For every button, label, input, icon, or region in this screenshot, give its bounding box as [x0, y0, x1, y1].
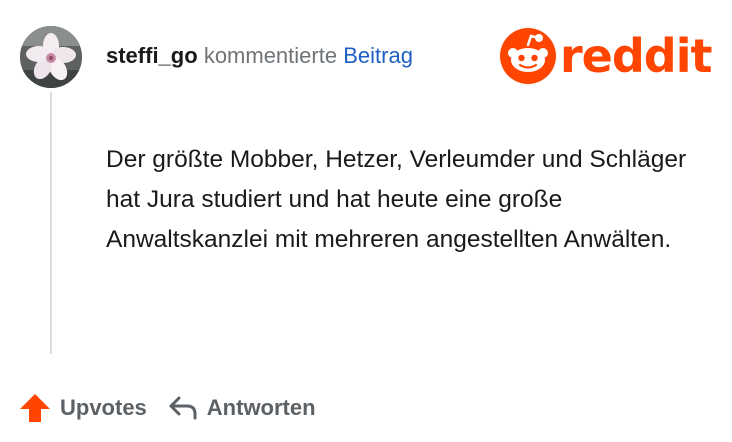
upvote-arrow-icon [20, 394, 50, 422]
reply-label: Antworten [206, 395, 316, 420]
action-text: kommentierte [203, 43, 338, 68]
reddit-snoo-icon [500, 28, 556, 84]
upvote-button[interactable]: Upvotes [18, 391, 147, 425]
reply-arrow-icon [169, 396, 197, 420]
upvote-label: Upvotes [60, 395, 147, 420]
flower-avatar-icon [20, 26, 82, 88]
comment-actions: Upvotes Antworten [18, 390, 316, 426]
username-link[interactable]: steffi_go [106, 43, 198, 68]
reddit-logo: reddit [500, 28, 712, 84]
thread-line [50, 92, 52, 354]
comment-body: Der größte Mobber, Hetzer, Verleumder un… [106, 146, 687, 253]
post-link[interactable]: Beitrag [343, 43, 413, 68]
avatar[interactable] [20, 26, 82, 88]
reply-button[interactable]: Antworten [167, 393, 316, 423]
comment-header: steffi_go kommentierte Beitrag [106, 40, 413, 72]
reddit-wordmark: reddit [560, 29, 712, 83]
